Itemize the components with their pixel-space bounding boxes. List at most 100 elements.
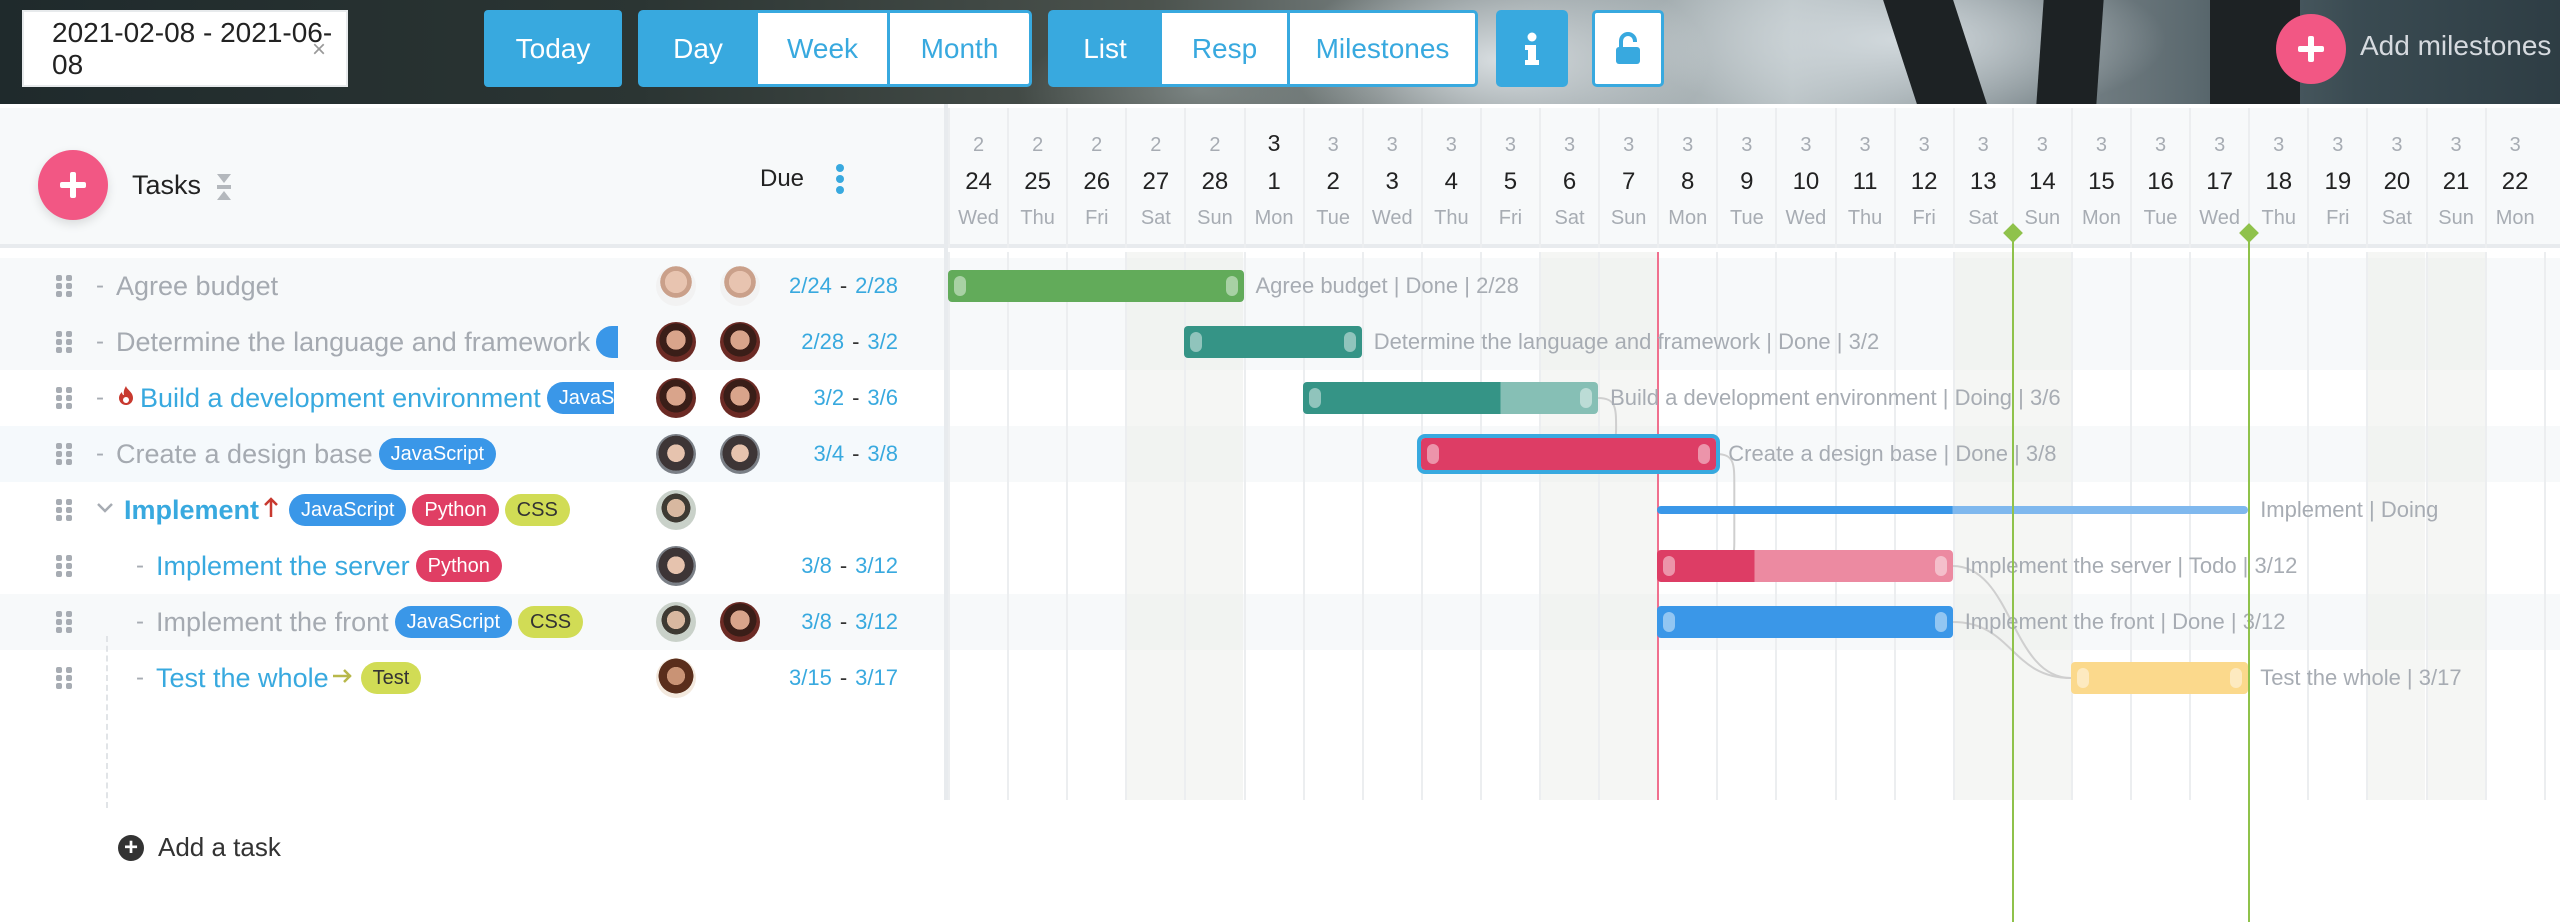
task-bar[interactable] (1184, 326, 1362, 358)
weekday-label: Sun (2024, 207, 2061, 229)
tag-css[interactable]: CSS (504, 494, 570, 526)
resize-handle-start[interactable] (1190, 332, 1203, 352)
task-bar[interactable] (2070, 662, 2249, 694)
resize-handle-end[interactable] (1225, 276, 1238, 296)
task-name[interactable]: Implement (124, 495, 259, 526)
task-row[interactable]: - Agree budget 2/24-2/28 (0, 258, 944, 314)
task-row[interactable]: - Implement the server Python 3/8-3/12 (0, 538, 944, 594)
task-name[interactable]: Build a development environment (140, 383, 541, 414)
due-dates[interactable]: 2/28-3/2 (801, 314, 898, 370)
due-dates[interactable]: 2/24-2/28 (789, 258, 898, 314)
task-row[interactable]: - Determine the language and framework 2/2… (0, 314, 944, 370)
avatar[interactable] (656, 658, 696, 698)
due-dates[interactable]: 3/2-3/6 (813, 370, 898, 426)
resize-handle-end[interactable] (1343, 332, 1356, 352)
due-dates[interactable]: 3/8-3/12 (801, 594, 898, 650)
start-date: 2/24 (789, 273, 832, 298)
drag-handle-icon[interactable] (56, 611, 72, 633)
due-dates[interactable]: 3/4-3/8 (813, 426, 898, 482)
drag-handle-icon[interactable] (56, 331, 72, 353)
resize-handle-end[interactable] (1934, 556, 1947, 576)
task-name[interactable]: Implement the server (156, 551, 410, 582)
task-bar[interactable] (1657, 606, 1953, 638)
resize-handle-start[interactable] (1663, 556, 1676, 576)
lock-button[interactable] (1592, 10, 1664, 87)
task-name[interactable]: Implement the front (156, 607, 389, 638)
tag-javascript[interactable]: JavaScript (394, 606, 512, 638)
tag-javascript[interactable]: JavaScript (289, 494, 407, 526)
tab-week[interactable]: Week (755, 13, 887, 84)
add-task-link[interactable]: + Add a task (118, 832, 281, 863)
drag-handle-icon[interactable] (56, 555, 72, 577)
info-button[interactable] (1496, 10, 1568, 87)
due-dates[interactable]: 3/15-3/17 (789, 650, 898, 706)
task-bar[interactable] (948, 270, 1244, 302)
task-name[interactable]: Create a design base (116, 439, 373, 470)
tab-month[interactable]: Month (887, 13, 1029, 84)
chevron-down-icon[interactable] (96, 501, 114, 519)
tag-javascript[interactable] (596, 326, 619, 358)
tag-css[interactable]: CSS (518, 606, 584, 638)
tag-javascript[interactable]: JavaS (546, 382, 615, 414)
today-button[interactable]: Today (484, 10, 622, 87)
date-range-input[interactable]: 2021-02-08 - 2021-06-08 × (22, 10, 348, 87)
tag-python[interactable]: Python (415, 550, 502, 582)
avatar[interactable] (656, 322, 696, 362)
avatar[interactable] (720, 266, 760, 306)
resize-handle-end[interactable] (1698, 444, 1711, 464)
task-bar[interactable] (1657, 550, 1953, 582)
month-label: 3 (1918, 134, 1930, 156)
day-number: 28 (1201, 168, 1229, 195)
due-dates[interactable]: 3/8-3/12 (801, 538, 898, 594)
tag-javascript[interactable]: JavaScript (378, 438, 497, 470)
tab-list[interactable]: List (1051, 13, 1159, 84)
task-row[interactable]: - Create a design base JavaScript 3/4-3/8 (0, 426, 944, 482)
add-task-button[interactable] (38, 150, 108, 220)
tag-python[interactable]: Python (412, 494, 499, 526)
avatar[interactable] (656, 378, 696, 418)
column-menu-icon[interactable] (836, 164, 846, 194)
avatar[interactable] (656, 266, 696, 306)
tab-milestones[interactable]: Milestones (1287, 13, 1475, 84)
drag-handle-icon[interactable] (56, 387, 72, 409)
task-row[interactable]: - Build a development environment JavaS 3/2… (0, 370, 944, 426)
date-separator: - (839, 553, 848, 578)
drag-handle-icon[interactable] (56, 667, 72, 689)
add-milestones-label[interactable]: Add milestones (2360, 30, 2551, 62)
avatar[interactable] (656, 546, 696, 586)
task-bar[interactable] (1302, 382, 1599, 414)
task-row[interactable]: - Test the whole Test 3/15-3/17 (0, 650, 944, 706)
avatar[interactable] (656, 490, 696, 530)
resize-handle-start[interactable] (2076, 668, 2089, 688)
task-row[interactable]: - Implement the front JavaScript CSS 3/8-3/1… (0, 594, 944, 650)
drag-handle-icon[interactable] (56, 499, 72, 521)
resize-handle-start[interactable] (1663, 612, 1676, 632)
clear-icon[interactable]: × (312, 36, 326, 64)
resize-handle-end[interactable] (1934, 612, 1947, 632)
drag-handle-icon[interactable] (56, 275, 72, 297)
avatar[interactable] (720, 322, 760, 362)
task-name[interactable]: Determine the language and framework (116, 327, 590, 358)
resize-handle-start[interactable] (1426, 444, 1439, 464)
drag-handle-icon[interactable] (56, 443, 72, 465)
resize-handle-start[interactable] (1308, 388, 1321, 408)
collapse-all-icon[interactable] (215, 172, 233, 202)
avatar[interactable] (720, 378, 760, 418)
add-milestone-button[interactable] (2276, 14, 2346, 84)
resize-handle-end[interactable] (1580, 388, 1593, 408)
avatar[interactable] (656, 602, 696, 642)
avatar[interactable] (720, 602, 760, 642)
tag-test[interactable]: Test (360, 662, 422, 694)
task-name[interactable]: Test the whole (156, 663, 329, 694)
task-bar[interactable] (1416, 434, 1721, 474)
summary-bar[interactable] (1657, 506, 2249, 514)
avatar[interactable] (656, 434, 696, 474)
resize-handle-start[interactable] (954, 276, 966, 296)
tab-day[interactable]: Day (641, 13, 755, 84)
tab-resp[interactable]: Resp (1159, 13, 1287, 84)
avatar[interactable] (720, 434, 760, 474)
task-name[interactable]: Agree budget (116, 271, 278, 302)
resize-handle-end[interactable] (2230, 668, 2243, 688)
task-row[interactable]: Implement JavaScript Python CSS (0, 482, 944, 538)
day-column-header: 3 19 Fri (2307, 108, 2366, 248)
